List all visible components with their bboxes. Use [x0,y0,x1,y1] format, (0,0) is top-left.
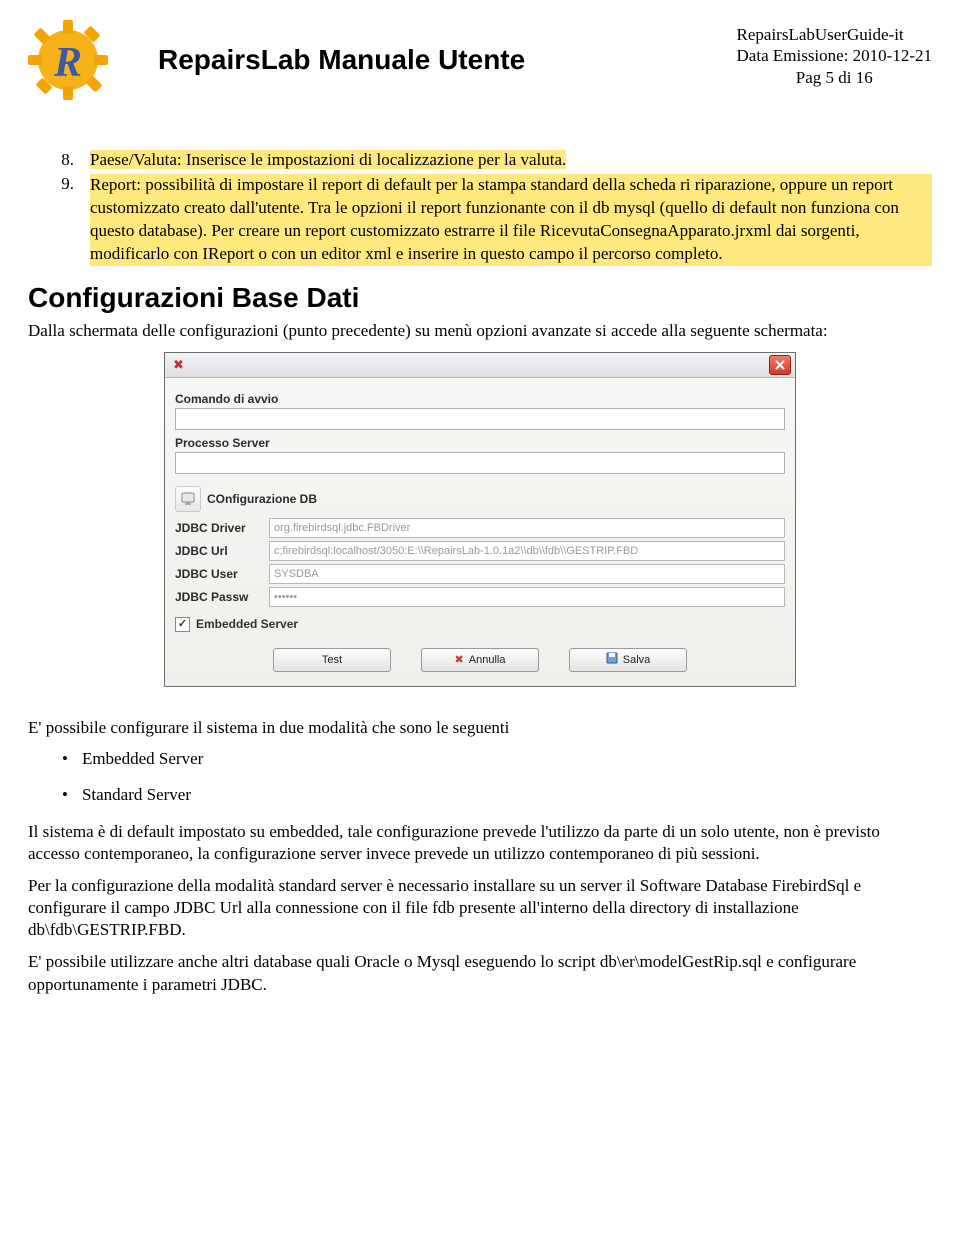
db-config-label: COnfigurazione DB [207,492,317,506]
config-icon [175,486,201,512]
cancel-icon: ✖ [455,653,464,666]
list-item: • Embedded Server [62,749,932,769]
bullet-icon: • [62,785,68,805]
header-meta: RepairsLabUserGuide-it Data Emissione: 2… [737,24,932,88]
jdbc-pass-label: JDBC Passw [175,590,269,604]
cancel-button[interactable]: ✖ Annulla [421,648,539,672]
list-item: • Standard Server [62,785,932,805]
logo-icon: R [28,20,108,100]
list-text: Paese/Valuta: Inserisce le impostazioni … [90,150,566,169]
bullet-text: Embedded Server [82,749,203,769]
jdbc-url-input[interactable] [269,541,785,561]
cancel-button-label: Annulla [469,654,506,666]
bullet-text: Standard Server [82,785,191,805]
body-paragraph: E' possibile configurare il sistema in d… [28,717,932,739]
test-button[interactable]: Test [273,648,391,672]
list-number: 8. [56,150,74,170]
jdbc-url-label: JDBC Url [175,544,269,558]
embedded-label: Embedded Server [196,617,298,631]
embedded-checkbox[interactable]: ✓ [175,617,190,632]
dialog-screenshot: ✖ Comando di avvio Processo Server COnfi… [28,352,932,687]
db-config-header: COnfigurazione DB [175,486,785,512]
app-icon: ✖ [173,357,184,373]
page-header: R RepairsLab Manuale Utente RepairsLabUs… [28,20,932,100]
list-item: 8. Paese/Valuta: Inserisce le impostazio… [56,150,932,170]
jdbc-user-row: JDBC User [175,564,785,584]
jdbc-driver-label: JDBC Driver [175,521,269,535]
body-paragraph: E' possibile utilizzare anche altri data… [28,951,932,995]
page-title: RepairsLab Manuale Utente [158,44,525,76]
dialog-body: Comando di avvio Processo Server COnfigu… [165,378,795,686]
embedded-row: ✓ Embedded Server [175,617,785,632]
body-paragraph: Per la configurazione della modalità sta… [28,875,932,941]
section-intro: Dalla schermata delle configurazioni (pu… [28,320,932,342]
button-row: Test ✖ Annulla Salva [175,648,785,672]
header-line3: Pag 5 di 16 [737,67,932,88]
list-text: Report: possibilità di impostare il repo… [90,174,932,266]
header-left: R RepairsLab Manuale Utente [28,20,525,100]
list-item: 9. Report: possibilità di impostare il r… [56,174,932,266]
header-line1: RepairsLabUserGuide-it [737,24,932,45]
list-number: 9. [56,174,74,266]
numbered-list: 8. Paese/Valuta: Inserisce le impostazio… [56,150,932,266]
config-dialog: ✖ Comando di avvio Processo Server COnfi… [164,352,796,687]
jdbc-url-row: JDBC Url [175,541,785,561]
svg-text:R: R [53,40,82,86]
save-button-label: Salva [623,654,651,666]
processo-input[interactable] [175,452,785,474]
jdbc-pass-row: JDBC Passw [175,587,785,607]
save-icon [606,652,618,667]
titlebar: ✖ [165,353,795,378]
jdbc-driver-input[interactable] [269,518,785,538]
test-button-label: Test [322,654,342,666]
jdbc-user-label: JDBC User [175,567,269,581]
header-line2: Data Emissione: 2010-12-21 [737,45,932,66]
close-icon[interactable] [769,355,791,375]
jdbc-pass-input[interactable] [269,587,785,607]
bullet-list: • Embedded Server • Standard Server [62,749,932,805]
comando-input[interactable] [175,408,785,430]
bullet-icon: • [62,749,68,769]
comando-label: Comando di avvio [175,392,785,406]
section-heading: Configurazioni Base Dati [28,282,932,314]
jdbc-user-input[interactable] [269,564,785,584]
titlebar-left: ✖ [169,357,184,373]
body-paragraph: Il sistema è di default impostato su emb… [28,821,932,865]
jdbc-driver-row: JDBC Driver [175,518,785,538]
processo-label: Processo Server [175,436,785,450]
save-button[interactable]: Salva [569,648,687,672]
